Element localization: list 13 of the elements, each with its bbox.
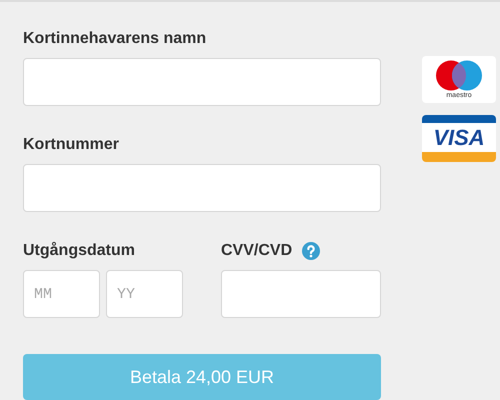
field-label: Kortnummer — [23, 135, 120, 155]
field-label: Kortinnehavarens namn — [23, 29, 208, 49]
logo-text: VISA — [432, 124, 486, 152]
field-label: Utgångsdatum — [23, 241, 136, 261]
pay-button[interactable]: Betala 24,00 EUR — [23, 354, 381, 400]
year-field[interactable]: YY — [106, 270, 183, 318]
field-label: CVV/CVD — [221, 241, 292, 261]
month-field[interactable]: MM — [23, 270, 100, 318]
cvv-field[interactable] — [221, 270, 381, 318]
circles-icon — [435, 60, 483, 90]
input-field[interactable] — [23, 164, 381, 212]
input-field[interactable] — [23, 58, 381, 106]
help-icon[interactable] — [302, 242, 320, 260]
